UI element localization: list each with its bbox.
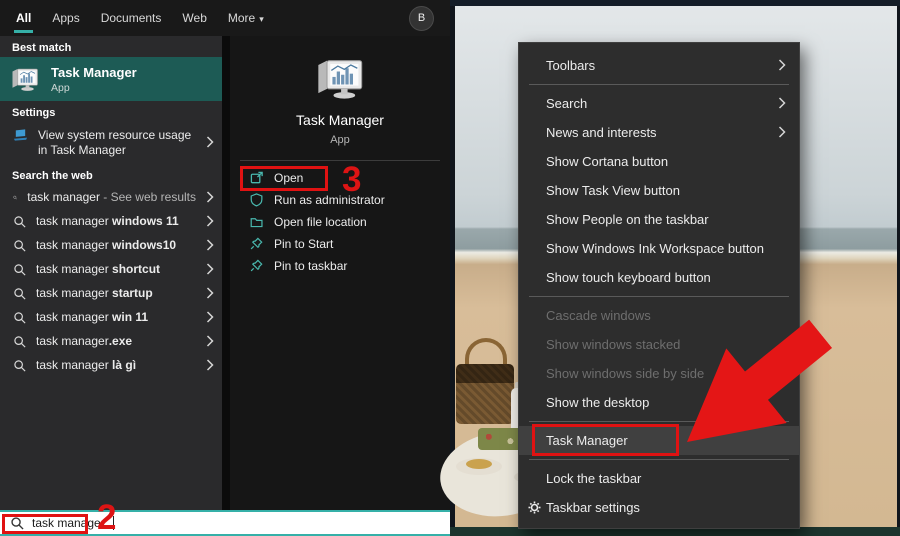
chevron-right-icon <box>778 126 786 138</box>
annotation-box-open <box>240 166 328 191</box>
annotation-step-3: 3 <box>342 160 362 199</box>
desktop-area: Toolbars Search News and interests Show … <box>435 0 900 536</box>
search-icon <box>14 263 26 276</box>
search-icon <box>14 215 26 228</box>
search-icon <box>14 311 26 324</box>
search-icon <box>14 359 26 372</box>
best-match-subtitle: App <box>51 81 70 94</box>
menu-item-taskbar-settings[interactable]: Taskbar settings <box>519 493 799 522</box>
search-icon <box>14 287 26 300</box>
web-result-query: task manager <box>27 190 100 204</box>
system-settings-icon <box>13 129 28 141</box>
food <box>466 459 492 469</box>
chevron-right-icon <box>206 359 214 371</box>
menu-item-cascade-windows: Cascade windows <box>546 308 651 323</box>
best-match-title: Task Manager <box>51 64 137 80</box>
menu-item-show-people[interactable]: Show People on the taskbar <box>519 205 799 234</box>
search-tab-bar: All Apps Documents Web More ▾ B <box>0 0 450 36</box>
chevron-right-icon <box>206 191 214 203</box>
detail-separator <box>240 160 440 161</box>
chevron-right-icon <box>206 287 214 299</box>
suggestion-row[interactable]: task manager startup <box>0 281 222 305</box>
tab-all[interactable]: All <box>13 11 34 33</box>
search-icon <box>14 239 26 252</box>
menu-item-lock-the-taskbar[interactable]: Lock the taskbar <box>519 464 799 493</box>
search-results-column: Best match Task Manager App Settings Vie… <box>0 36 222 510</box>
pin-icon <box>250 259 263 272</box>
app-detail-panel: Task Manager App Open Run as administrat… <box>230 36 450 510</box>
menu-item-show-cortana-button[interactable]: Show Cortana button <box>519 147 799 176</box>
suggestion-row[interactable]: task manager win 11 <box>0 305 222 329</box>
suggestion-row[interactable]: task manager shortcut <box>0 257 222 281</box>
suggestion-row[interactable]: task manager windows10 <box>0 233 222 257</box>
best-match-result[interactable]: Task Manager App <box>0 57 222 101</box>
chevron-right-icon <box>206 311 214 323</box>
chevron-right-icon <box>206 239 214 251</box>
search-the-web-header: Search the web <box>12 170 93 182</box>
menu-item-show-ink-workspace-button[interactable]: Show Windows Ink Workspace button <box>519 234 799 263</box>
menu-item-toolbars[interactable]: Toolbars <box>519 51 799 80</box>
menu-separator <box>529 459 789 460</box>
menu-item-show-task-view-button[interactable]: Show Task View button <box>519 176 799 205</box>
suggestion-row[interactable]: task manager windows 11 <box>0 209 222 233</box>
search-icon <box>13 195 18 200</box>
suggestion-row[interactable]: task manager.exe <box>0 329 222 353</box>
tab-documents[interactable]: Documents <box>101 11 162 25</box>
task-manager-icon-large <box>317 60 363 100</box>
search-icon <box>14 335 26 348</box>
menu-item-show-windows-stacked: Show windows stacked <box>546 337 681 352</box>
chevron-right-icon <box>206 136 214 148</box>
settings-result-label: View system resource usage in Task Manag… <box>38 128 192 157</box>
shield-icon <box>250 193 263 207</box>
web-result-hint: - See web results <box>99 190 196 204</box>
detail-app-subtitle: App <box>330 134 350 146</box>
tab-apps[interactable]: Apps <box>52 11 79 25</box>
action-pin-to-taskbar[interactable]: Pin to taskbar <box>230 255 450 277</box>
chevron-right-icon <box>206 263 214 275</box>
settings-header: Settings <box>12 107 56 119</box>
action-run-as-administrator[interactable]: Run as administrator <box>230 189 450 211</box>
annotation-box-task-manager <box>532 424 679 456</box>
column-divider <box>222 36 230 510</box>
annotation-box-search <box>2 514 88 534</box>
action-pin-to-start[interactable]: Pin to Start <box>230 233 450 255</box>
detail-app-title: Task Manager <box>296 112 384 128</box>
chevron-right-icon <box>206 335 214 347</box>
picnic-basket <box>456 364 514 424</box>
tab-web[interactable]: Web <box>182 11 206 25</box>
taskbar-context-menu: Toolbars Search News and interests Show … <box>518 42 800 529</box>
photo-top-border <box>450 0 900 6</box>
pin-icon <box>250 237 263 250</box>
tab-more[interactable]: More ▾ <box>228 11 264 25</box>
menu-item-task-manager[interactable]: Task Manager <box>519 424 799 456</box>
chevron-down-icon: ▾ <box>259 14 264 24</box>
menu-separator <box>529 84 789 85</box>
settings-result[interactable]: View system resource usage in Task Manag… <box>0 122 222 164</box>
menu-separator <box>529 296 789 297</box>
screenshot-root: All Apps Documents Web More ▾ B Best matc… <box>0 0 900 536</box>
best-match-header: Best match <box>12 42 72 54</box>
task-manager-icon <box>12 68 38 92</box>
web-result-row[interactable]: task manager - See web results <box>0 185 222 209</box>
gear-icon <box>528 501 541 514</box>
chevron-right-icon <box>206 215 214 227</box>
search-body: Best match Task Manager App Settings Vie… <box>0 36 450 510</box>
folder-icon <box>250 218 263 228</box>
chevron-right-icon <box>778 97 786 109</box>
menu-item-show-touch-keyboard-button[interactable]: Show touch keyboard button <box>519 263 799 292</box>
windows-search-panel: All Apps Documents Web More ▾ B Best matc… <box>0 0 450 536</box>
menu-item-news-and-interests[interactable]: News and interests <box>519 118 799 147</box>
user-avatar[interactable]: B <box>409 5 434 31</box>
action-open-file-location[interactable]: Open file location <box>230 211 450 233</box>
menu-item-search[interactable]: Search <box>519 89 799 118</box>
suggestion-row[interactable]: task manager là gì <box>0 353 222 377</box>
annotation-step-2: 2 <box>97 498 117 536</box>
chevron-right-icon <box>778 59 786 71</box>
